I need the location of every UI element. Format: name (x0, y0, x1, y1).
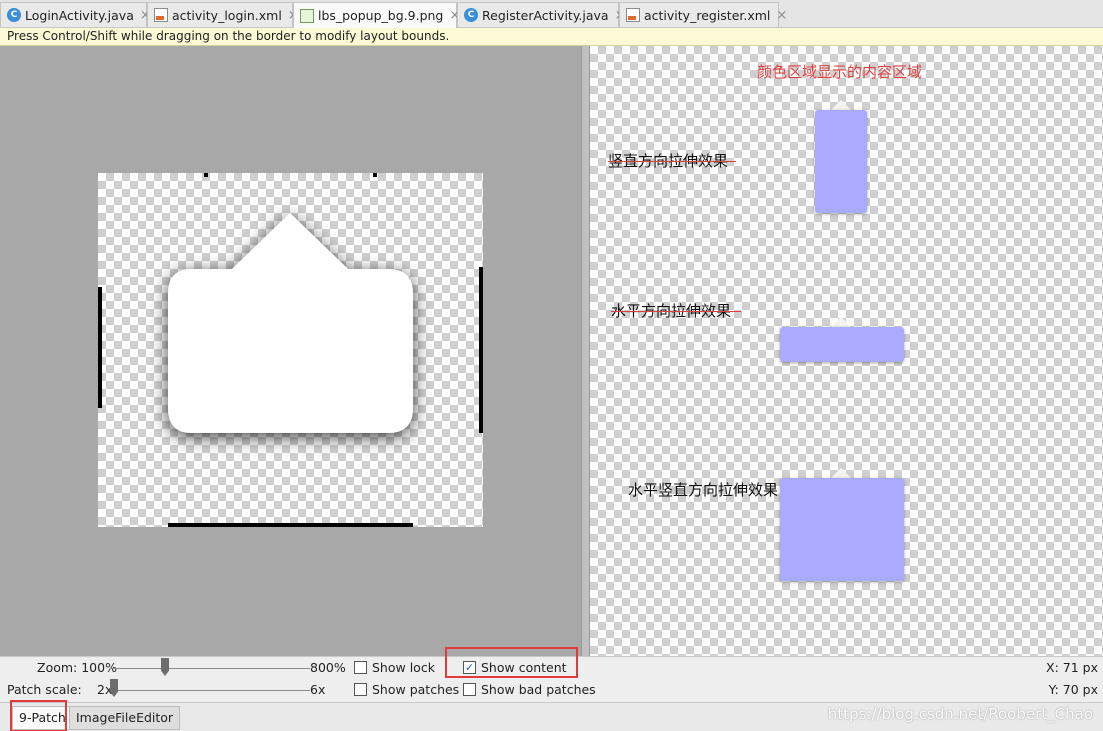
content-area-caption: 颜色区域显示的内容区域 (757, 63, 923, 81)
tab-label: activity_register.xml (644, 7, 771, 23)
vertical-stretch-sample (815, 110, 867, 213)
checkbox-box[interactable] (463, 683, 476, 696)
xml-layout-icon (154, 8, 168, 22)
both-stretch-sample (780, 478, 904, 581)
patch-scale-label: Patch scale: (7, 682, 82, 697)
xml-layout-icon (626, 8, 640, 22)
show-lock-checkbox[interactable]: Show lock (354, 660, 435, 675)
top-stretch-marker[interactable] (204, 173, 208, 177)
tab-label: RegisterActivity.java (482, 7, 609, 23)
zoom-slider-thumb[interactable] (161, 658, 169, 676)
caption-strike (608, 161, 736, 162)
checkbox-box[interactable] (354, 683, 367, 696)
show-patches-checkbox[interactable]: Show patches (354, 682, 459, 697)
tab-label: activity_login.xml (172, 7, 282, 23)
editor-tab-bar: C LoginActivity.java × activity_login.xm… (0, 0, 1103, 28)
ninepatch-edit-pane[interactable] (0, 46, 581, 656)
close-icon[interactable]: × (776, 9, 787, 22)
checkbox-label: Show bad patches (481, 682, 596, 697)
png-image-icon (300, 8, 314, 23)
java-class-icon: C (464, 8, 478, 22)
bubble-arrow (831, 317, 851, 327)
both-stretch-caption: 水平竖直方向拉伸效果 (628, 481, 779, 499)
caption-strike (611, 311, 741, 312)
patch-scale-max-label: 6x (310, 682, 326, 697)
checkbox-box[interactable] (354, 661, 367, 674)
right-padding-marker[interactable] (479, 267, 483, 433)
watermark: https://blog.csdn.net/Roobert_Chao (827, 705, 1093, 723)
tab-login-activity-java[interactable]: C LoginActivity.java × (0, 2, 151, 27)
hint-banner: Press Control/Shift while dragging on th… (0, 28, 1103, 46)
left-stretch-marker[interactable] (98, 287, 102, 408)
ninepatch-controls: Zoom: 100% 800% Patch scale: 2x 6x Show … (0, 647, 1103, 702)
tab-activity-login-xml[interactable]: activity_login.xml × (147, 2, 299, 27)
top-stretch-marker[interactable] (373, 173, 377, 177)
zoom-slider-track[interactable] (110, 668, 310, 669)
bubble-arrow (831, 100, 851, 110)
bubble-arrow (831, 468, 851, 478)
zoom-max-label: 800% (310, 660, 346, 675)
y-coordinate-readout: Y: 70 px (1048, 682, 1098, 697)
show-content-highlight (445, 647, 578, 678)
ninepatch-image-canvas[interactable] (98, 173, 483, 527)
tab-activity-register-xml[interactable]: activity_register.xml × (619, 2, 787, 27)
checkbox-label: Show patches (372, 682, 460, 697)
stretch-preview-pane: 颜色区域显示的内容区域 竖直方向拉伸效果 水平方向拉伸效果 水平竖直方向拉伸效果 (590, 46, 1103, 656)
tab-lbs-popup-bg-png[interactable]: lbs_popup_bg.9.png × (293, 2, 460, 28)
nine-patch-tab-highlight (10, 700, 67, 731)
bottom-padding-marker[interactable] (168, 523, 413, 527)
java-class-icon: C (7, 8, 21, 22)
tab-label: lbs_popup_bg.9.png (318, 8, 444, 23)
show-bad-patches-checkbox[interactable]: Show bad patches (463, 682, 596, 697)
checkbox-label: Show lock (372, 660, 435, 675)
zoom-label: Zoom: 100% (37, 660, 117, 675)
patch-scale-slider-track[interactable] (110, 690, 310, 691)
pane-divider[interactable] (581, 46, 590, 656)
tab-register-activity-java[interactable]: C RegisterActivity.java × (457, 2, 626, 27)
tab-image-file-editor[interactable]: ImageFileEditor (69, 706, 181, 730)
tab-label: LoginActivity.java (25, 7, 134, 23)
popup-bubble-image (168, 213, 413, 433)
horizontal-stretch-sample (780, 327, 904, 362)
x-coordinate-readout: X: 71 px (1046, 660, 1098, 675)
